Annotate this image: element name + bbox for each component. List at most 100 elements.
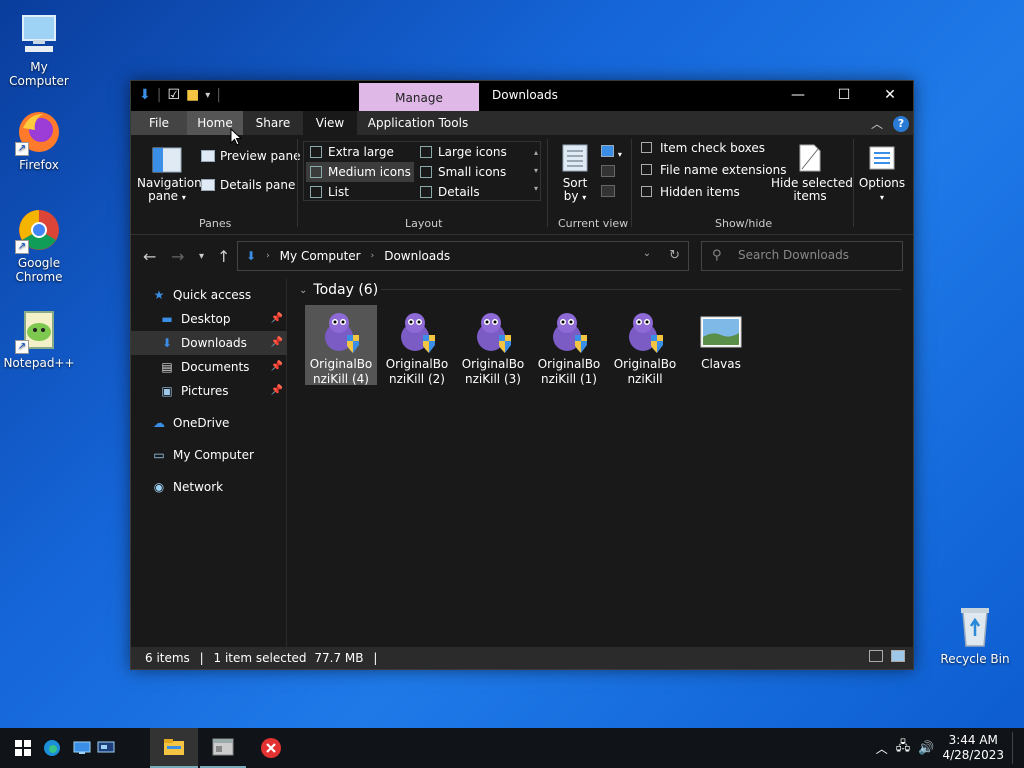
maximize-button[interactable]: ☐ bbox=[821, 81, 867, 111]
collapse-ribbon-icon[interactable]: ︿ bbox=[871, 115, 883, 132]
options-button[interactable]: Options ▾ bbox=[857, 145, 907, 204]
file-item[interactable]: OriginalBo nziKill (4) bbox=[305, 305, 377, 386]
pin-icon[interactable]: 📌 bbox=[271, 355, 283, 379]
file-item[interactable]: Clavas bbox=[685, 305, 757, 385]
status-item-count: 6 items bbox=[145, 651, 190, 665]
edge-button[interactable] bbox=[36, 728, 68, 768]
layout-scroll-controls[interactable]: ▴ ▾ ▾ bbox=[534, 144, 538, 198]
desktop-icon-label: Google Chrome bbox=[15, 256, 63, 284]
nav-item-desktop[interactable]: ▬ Desktop 📌 bbox=[159, 307, 287, 331]
show-hidden-icons-chevron-icon[interactable]: ︿ bbox=[876, 740, 888, 757]
preview-pane-button[interactable]: Preview pane bbox=[201, 149, 300, 163]
file-explorer-taskbar-button[interactable] bbox=[150, 728, 198, 768]
hide-selected-items-icon bbox=[799, 144, 821, 172]
large-icons-icon bbox=[420, 146, 432, 158]
desktop-icon-chrome[interactable]: ↗ Google Chrome bbox=[0, 206, 78, 284]
tab-share[interactable]: Share bbox=[247, 111, 299, 135]
layout-details[interactable]: Details bbox=[416, 182, 522, 202]
add-columns-button[interactable] bbox=[601, 165, 615, 180]
back-button[interactable]: ← bbox=[143, 247, 156, 266]
tab-application-tools[interactable]: Application Tools bbox=[363, 111, 473, 135]
large-icons-view-icon[interactable] bbox=[891, 650, 905, 662]
tab-view[interactable]: View bbox=[303, 111, 357, 135]
refresh-icon[interactable]: ↻ bbox=[669, 248, 680, 263]
file-item[interactable]: OriginalBo nziKill (2) bbox=[381, 305, 453, 386]
desktop-icon-firefox[interactable]: ↗ Firefox bbox=[0, 108, 78, 172]
breadcrumb-downloads[interactable]: Downloads bbox=[384, 249, 450, 263]
divider bbox=[853, 139, 854, 227]
customize-toolbar-icon[interactable]: ▾ bbox=[205, 90, 210, 101]
hidden-items-checkbox[interactable]: Hidden items bbox=[641, 185, 740, 199]
nav-item-quick-access[interactable]: ★ Quick access bbox=[151, 283, 287, 307]
help-icon[interactable]: ? bbox=[893, 115, 909, 132]
sort-by-button[interactable]: Sort by ▾ bbox=[555, 143, 595, 204]
file-name-extensions-checkbox[interactable]: File name extensions bbox=[641, 163, 787, 177]
layout-large-icons[interactable]: Large icons bbox=[416, 142, 522, 162]
nav-item-pictures[interactable]: ▣ Pictures 📌 bbox=[159, 379, 287, 403]
layout-list[interactable]: List bbox=[306, 182, 414, 202]
recent-locations-button[interactable]: ▾ bbox=[199, 251, 204, 262]
details-view-icon[interactable] bbox=[869, 650, 883, 662]
desktop-icon-my-computer[interactable]: My Computer bbox=[0, 10, 78, 88]
details-pane-button[interactable]: Details pane bbox=[201, 178, 295, 192]
manage-tab[interactable]: Manage bbox=[359, 83, 479, 111]
ribbon-right-icons: ︿ ? bbox=[871, 115, 909, 132]
show-desktop-button[interactable] bbox=[1012, 732, 1016, 764]
properties-icon[interactable]: ☑ bbox=[167, 87, 180, 103]
group-header-today[interactable]: ⌄ Today (6) bbox=[299, 279, 378, 301]
breadcrumb-my-computer[interactable]: My Computer bbox=[280, 249, 361, 263]
desktop-icon-recycle-bin[interactable]: Recycle Bin bbox=[936, 602, 1014, 666]
chevron-down-icon: ▾ bbox=[582, 193, 587, 202]
up-button[interactable]: ↑ bbox=[217, 247, 230, 266]
address-box[interactable]: ⬇ › My Computer › Downloads ⌄ ↻ bbox=[237, 241, 689, 271]
new-folder-icon[interactable]: ■ bbox=[186, 87, 199, 103]
clock[interactable]: 3:44 AM 4/28/2023 bbox=[942, 733, 1004, 763]
bonzi-exe-icon bbox=[621, 307, 669, 355]
app-taskbar-button[interactable] bbox=[200, 728, 246, 768]
notepadpp-icon: ↗ bbox=[15, 306, 63, 354]
hide-selected-items-button[interactable]: Hide selected items bbox=[771, 143, 853, 203]
pin-icon[interactable]: 📌 bbox=[271, 331, 283, 355]
forward-button[interactable]: → bbox=[171, 247, 184, 266]
desktop-icon-notepadpp[interactable]: ↗ Notepad++ bbox=[0, 306, 78, 370]
nav-item-onedrive[interactable]: ☁ OneDrive bbox=[151, 411, 287, 435]
nav-item-network[interactable]: ◉ Network bbox=[151, 475, 287, 499]
status-size: 77.7 MB bbox=[314, 651, 364, 665]
window-controls: — ☐ ✕ bbox=[775, 81, 913, 111]
network-icon: ◉ bbox=[153, 480, 165, 494]
volume-icon[interactable]: 🔊 bbox=[918, 741, 934, 756]
close-button[interactable]: ✕ bbox=[867, 81, 913, 111]
tab-file[interactable]: File bbox=[131, 111, 187, 135]
item-check-boxes-checkbox[interactable]: Item check boxes bbox=[641, 141, 765, 155]
size-columns-button[interactable] bbox=[601, 185, 615, 200]
download-arrow-icon[interactable]: ⬇ bbox=[139, 87, 151, 103]
navigation-pane-button[interactable]: Navigation pane ▾ bbox=[137, 147, 202, 204]
title-bar: ⬇ | ☑ ■ ▾ | Manage Downloads — ☐ ✕ bbox=[131, 81, 913, 111]
divider: | bbox=[199, 651, 204, 665]
pin-icon[interactable]: 📌 bbox=[271, 307, 283, 331]
file-explorer-icon bbox=[164, 739, 184, 755]
layout-medium-icons[interactable]: Medium icons bbox=[306, 162, 414, 182]
group-by-button[interactable]: ▾ bbox=[601, 145, 622, 160]
layout-small-icons[interactable]: Small icons bbox=[416, 162, 522, 182]
nav-item-my-computer[interactable]: ▭ My Computer bbox=[151, 443, 287, 467]
star-icon: ★ bbox=[153, 288, 165, 302]
file-item[interactable]: OriginalBo nziKill (1) bbox=[533, 305, 605, 386]
address-bar-row: ← → ▾ ↑ ⬇ › My Computer › Downloads ⌄ ↻ … bbox=[131, 235, 913, 279]
extra-large-icons-icon bbox=[310, 146, 322, 158]
layout-extra-large-icons[interactable]: Extra large icons bbox=[306, 142, 414, 179]
nav-item-downloads[interactable]: ⬇ Downloads 📌 bbox=[131, 331, 287, 355]
network-status-icon[interactable]: 🖧 bbox=[896, 737, 911, 759]
address-history-chevron-icon[interactable]: ⌄ bbox=[643, 248, 651, 263]
nav-item-documents[interactable]: ▤ Documents 📌 bbox=[159, 355, 287, 379]
file-item[interactable]: OriginalBo nziKill (3) bbox=[457, 305, 529, 386]
search-input[interactable] bbox=[738, 248, 888, 262]
remote-desktop-button[interactable] bbox=[90, 728, 122, 768]
shortcut-arrow-icon: ↗ bbox=[15, 240, 29, 254]
minimize-button[interactable]: — bbox=[775, 81, 821, 111]
error-app-taskbar-button[interactable] bbox=[248, 728, 294, 768]
pin-icon[interactable]: 📌 bbox=[271, 379, 283, 403]
chevron-down-icon: ▾ bbox=[879, 193, 884, 202]
file-item[interactable]: OriginalBo nziKill bbox=[609, 305, 681, 386]
divider bbox=[381, 289, 901, 290]
